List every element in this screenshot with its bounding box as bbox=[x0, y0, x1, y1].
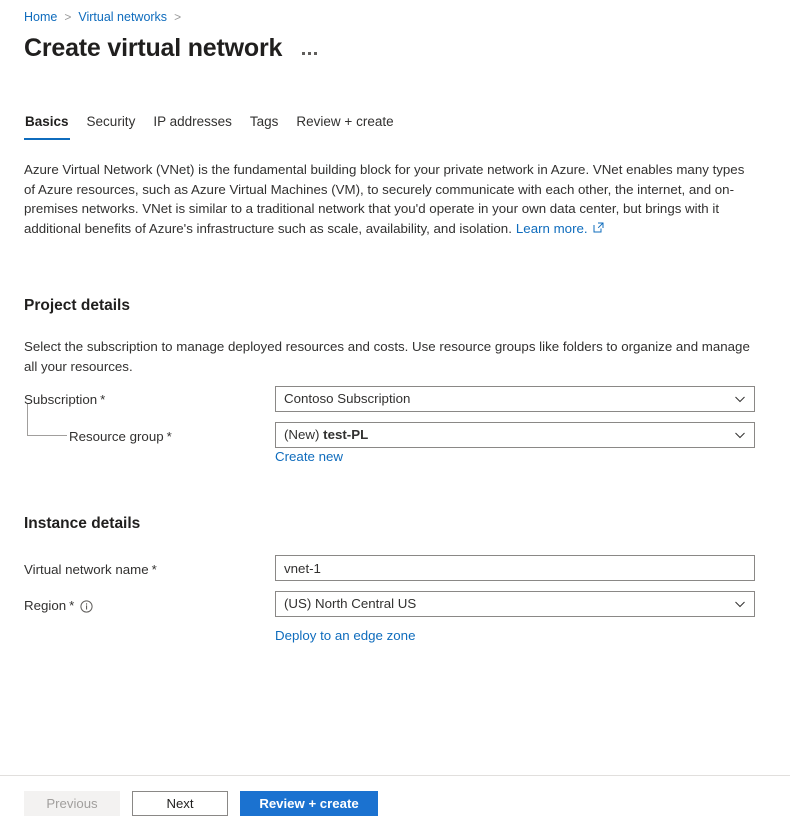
breadcrumb-separator-icon: > bbox=[174, 9, 181, 25]
chevron-down-icon bbox=[734, 393, 746, 405]
chevron-down-icon bbox=[734, 429, 746, 441]
page-header: Create virtual network bbox=[24, 33, 319, 63]
page-title: Create virtual network bbox=[24, 33, 282, 63]
resource-group-value-name: test-PL bbox=[323, 427, 368, 442]
tab-ip-addresses[interactable]: IP addresses bbox=[144, 110, 241, 140]
learn-more-link[interactable]: Learn more. bbox=[516, 219, 588, 239]
info-icon[interactable] bbox=[80, 600, 93, 613]
section-title-instance-details: Instance details bbox=[24, 514, 140, 534]
external-link-icon bbox=[593, 219, 604, 239]
required-asterisk: * bbox=[100, 391, 105, 409]
subscription-dropdown[interactable]: Contoso Subscription bbox=[275, 386, 755, 412]
breadcrumb-item-home[interactable]: Home bbox=[24, 9, 57, 25]
region-dropdown[interactable]: (US) North Central US bbox=[275, 591, 755, 617]
resource-group-value: (New) test-PL bbox=[284, 423, 726, 447]
resource-group-dropdown[interactable]: (New) test-PL bbox=[275, 422, 755, 448]
region-label-text: Region bbox=[24, 597, 66, 615]
resource-group-tree-connector bbox=[27, 404, 67, 436]
previous-button[interactable]: Previous bbox=[24, 791, 120, 816]
virtual-network-name-input[interactable] bbox=[275, 555, 755, 581]
resource-group-value-prefix: (New) bbox=[284, 427, 323, 442]
chevron-down-icon bbox=[734, 598, 746, 610]
required-asterisk: * bbox=[167, 428, 172, 446]
resource-group-label-text: Resource group bbox=[69, 428, 164, 446]
intro-description: Azure Virtual Network (VNet) is the fund… bbox=[24, 160, 750, 238]
breadcrumb-item-virtual-networks[interactable]: Virtual networks bbox=[78, 9, 167, 25]
intro-description-text: Azure Virtual Network (VNet) is the fund… bbox=[24, 162, 744, 236]
tab-tags[interactable]: Tags bbox=[241, 110, 288, 140]
breadcrumb: Home > Virtual networks > bbox=[24, 9, 188, 25]
footer-divider bbox=[0, 775, 790, 776]
virtual-network-name-label: Virtual network name * bbox=[24, 561, 157, 579]
section-subtext-project-details: Select the subscription to manage deploy… bbox=[24, 337, 750, 376]
tab-security[interactable]: Security bbox=[78, 110, 145, 140]
required-asterisk: * bbox=[69, 597, 74, 615]
wizard-footer: Previous Next Review + create bbox=[24, 791, 378, 816]
create-new-resource-group-link[interactable]: Create new bbox=[275, 448, 343, 466]
wizard-tabs: Basics Security IP addresses Tags Review… bbox=[16, 110, 403, 140]
region-value: (US) North Central US bbox=[284, 592, 726, 616]
tab-review-create[interactable]: Review + create bbox=[287, 110, 402, 140]
more-options-icon[interactable] bbox=[300, 49, 319, 58]
resource-group-label: Resource group * bbox=[69, 428, 172, 446]
required-asterisk: * bbox=[152, 561, 157, 579]
next-button[interactable]: Next bbox=[132, 791, 228, 816]
deploy-edge-zone-link[interactable]: Deploy to an edge zone bbox=[275, 627, 415, 645]
virtual-network-name-label-text: Virtual network name bbox=[24, 561, 149, 579]
region-label: Region * bbox=[24, 597, 93, 615]
breadcrumb-separator-icon: > bbox=[64, 9, 71, 25]
subscription-value: Contoso Subscription bbox=[284, 387, 726, 411]
review-create-button[interactable]: Review + create bbox=[240, 791, 378, 816]
section-title-project-details: Project details bbox=[24, 296, 130, 316]
tab-basics[interactable]: Basics bbox=[16, 110, 78, 140]
